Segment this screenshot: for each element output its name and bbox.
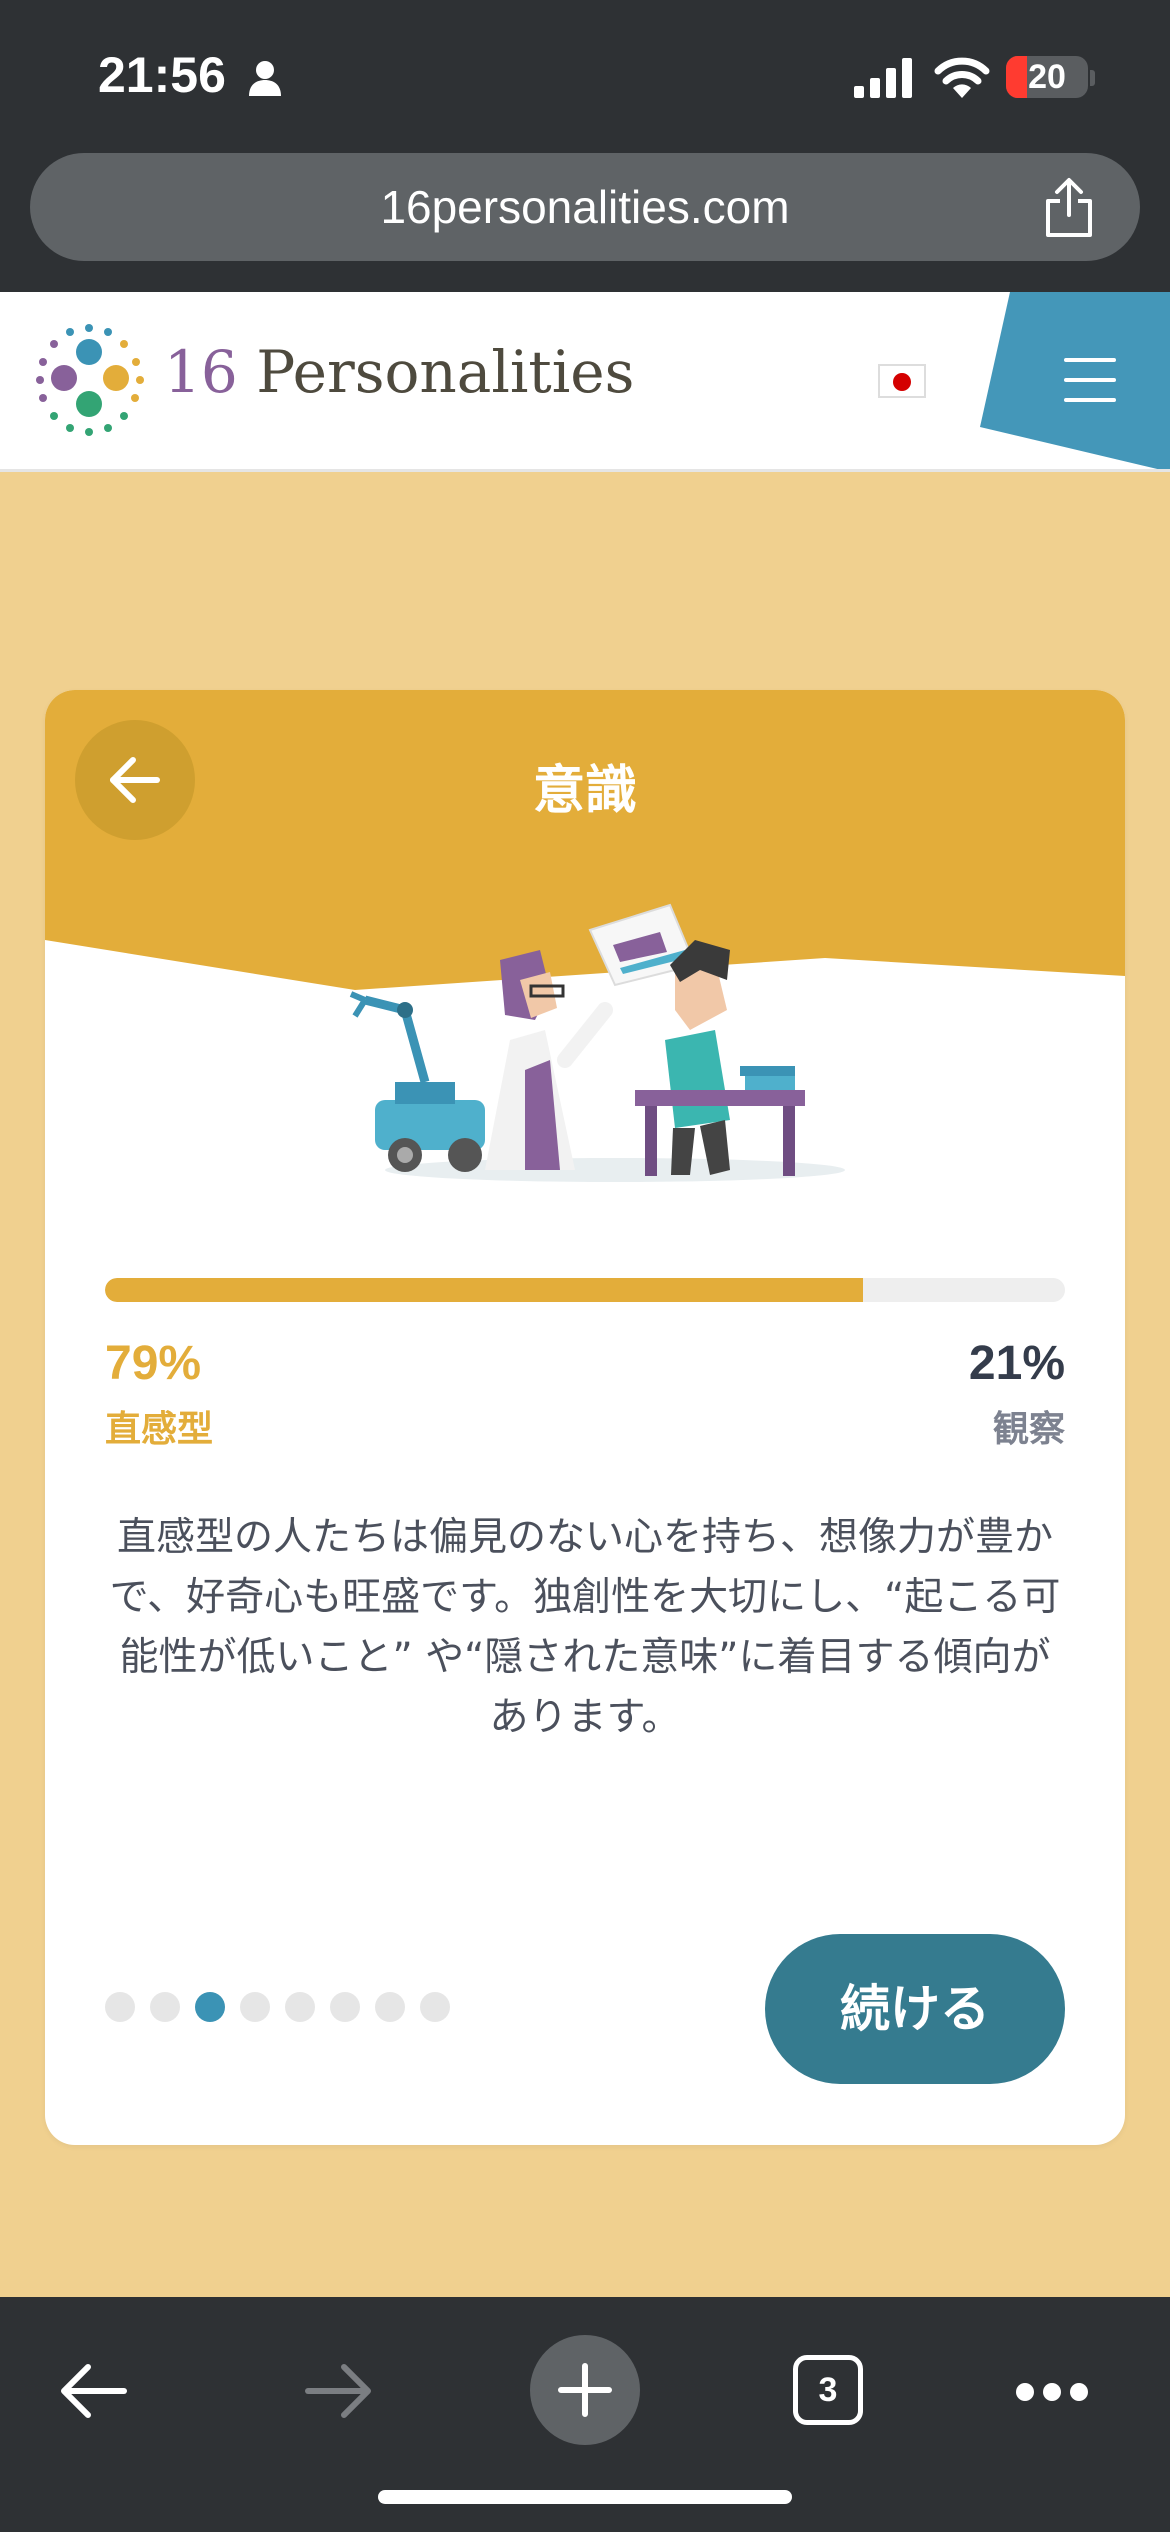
- url-text[interactable]: 16personalities.com: [30, 153, 1140, 261]
- status-time: 21:56: [98, 47, 226, 103]
- card-title: 意識: [532, 761, 637, 821]
- wifi-icon: [934, 57, 990, 98]
- battery-tip: [1090, 70, 1095, 86]
- battery-percent: 20: [1028, 58, 1066, 96]
- home-indicator[interactable]: [378, 2490, 792, 2504]
- cellular-signal-icon: [854, 58, 912, 98]
- new-tab-button[interactable]: [530, 2335, 640, 2445]
- share-icon[interactable]: [1042, 177, 1096, 239]
- pagination-dot: [105, 1992, 135, 2022]
- logo-wordmark[interactable]: 16 Personalities: [164, 338, 634, 406]
- plus-icon: [558, 2363, 612, 2417]
- japan-flag-icon[interactable]: [878, 364, 926, 398]
- back-arrow-icon[interactable]: [58, 2359, 130, 2423]
- trait-description: 直感型の人たちは偏見のない心を持ち、想像力が豊かで、好奇心も旺盛です。独創性を大…: [109, 1515, 1061, 1740]
- pagination-dot: [285, 1992, 315, 2022]
- pagination-dot: [375, 1992, 405, 2022]
- hamburger-menu-icon[interactable]: [1064, 358, 1116, 402]
- battery-icon: 20: [1006, 56, 1088, 98]
- pagination-dot: [420, 1992, 450, 2022]
- logo-number: 16: [164, 338, 238, 406]
- pagination-dot: [330, 1992, 360, 2022]
- logo-word: Personalities: [256, 338, 635, 406]
- person-icon: [249, 61, 281, 96]
- left-trait-percent: 79%: [105, 1337, 202, 1390]
- right-trait-percent: 21%: [968, 1337, 1065, 1390]
- more-icon[interactable]: [1016, 2383, 1088, 2401]
- continue-button[interactable]: 続ける: [765, 1934, 1065, 2084]
- pagination-dot-active: [195, 1992, 225, 2022]
- right-trait-label: 観察: [992, 1409, 1065, 1450]
- site-header: 16 Personalities: [0, 292, 1170, 472]
- left-trait-label: 直感型: [105, 1409, 214, 1450]
- trait-progress-bar: [105, 1278, 1065, 1302]
- address-bar[interactable]: 16personalities.com: [30, 153, 1140, 261]
- pagination-dot: [150, 1992, 180, 2022]
- trait-progress-fill: [105, 1278, 864, 1302]
- logo-mark-icon[interactable]: [34, 322, 150, 440]
- tabs-icon[interactable]: 3: [793, 2355, 863, 2425]
- status-bar: 21:56 20: [0, 0, 1170, 150]
- pagination-dots: [105, 1992, 485, 2024]
- illustration-scientists-image: [349, 903, 845, 1182]
- forward-arrow-icon[interactable]: [302, 2359, 374, 2423]
- browser-top-chrome: 21:56 20 16personalities.com: [0, 0, 1170, 292]
- pagination-dot: [240, 1992, 270, 2022]
- trait-card: 意識 79% 直感型 21% 観察 直感型の人たちは偏見のない心を持ち、想像力が…: [45, 690, 1125, 2145]
